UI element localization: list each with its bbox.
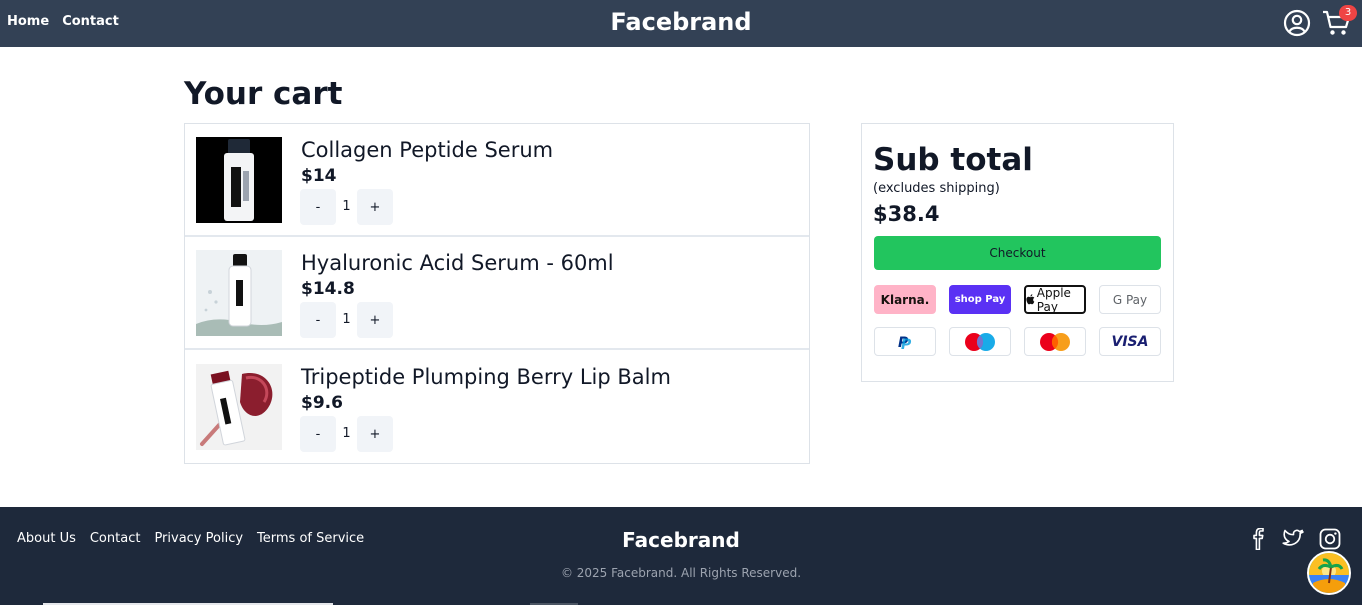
increase-qty-button[interactable]: + <box>357 189 393 225</box>
shop-pay-badge: shop Pay <box>949 285 1011 314</box>
product-thumbnail[interactable] <box>196 250 282 336</box>
nav-home-link[interactable]: Home <box>7 14 49 29</box>
subtotal-heading: Sub total <box>873 142 1033 178</box>
footer-contact-link[interactable]: Contact <box>90 531 141 546</box>
product-price: $14 <box>301 166 337 186</box>
main-nav: Home Contact <box>7 14 119 29</box>
quantity-value: 1 <box>342 312 351 327</box>
google-pay-label: G Pay <box>1112 292 1148 307</box>
user-circle-icon[interactable] <box>1283 9 1311 37</box>
cart-items-list: Collagen Peptide Serum $14 - 1 + Hyaluro… <box>184 123 810 464</box>
decrease-qty-button[interactable]: - <box>300 302 336 338</box>
product-name[interactable]: Hyaluronic Acid Serum - 60ml <box>301 251 614 275</box>
product-name[interactable]: Collagen Peptide Serum <box>301 138 553 162</box>
paypal-badge: P P <box>874 327 936 356</box>
subtotal-amount: $38.4 <box>873 202 940 226</box>
nav-contact-link[interactable]: Contact <box>62 14 119 29</box>
visa-label: VISA <box>1111 333 1149 350</box>
cart-item: Hyaluronic Acid Serum - 60ml $14.8 - 1 + <box>185 237 809 350</box>
maestro-logo <box>965 332 995 351</box>
maestro-badge <box>949 327 1011 356</box>
apple-pay-label: Apple Pay <box>1036 285 1071 314</box>
visa-badge: VISA <box>1099 327 1161 356</box>
mastercard-badge <box>1024 327 1086 356</box>
copyright-text: © 2025 Facebrand. All Rights Reserved. <box>560 566 802 580</box>
cart-count-badge: 3 <box>1339 5 1357 21</box>
product-name[interactable]: Tripeptide Plumping Berry Lip Balm <box>301 365 671 389</box>
page-title: Your cart <box>184 76 343 112</box>
beach-island-icon <box>1309 553 1349 593</box>
instagram-icon[interactable] <box>1319 528 1341 550</box>
site-footer: About Us Contact Privacy Policy Terms of… <box>0 507 1362 605</box>
footer-nav: About Us Contact Privacy Policy Terms of… <box>17 531 364 546</box>
quantity-value: 1 <box>342 426 351 441</box>
klarna-badge: Klarna. <box>874 285 936 314</box>
shop-pay-label: shop Pay <box>954 294 1006 305</box>
checkout-button[interactable]: Checkout <box>874 236 1161 270</box>
increase-qty-button[interactable]: + <box>357 416 393 452</box>
cart-item: Collagen Peptide Serum $14 - 1 + <box>185 124 809 237</box>
decrease-qty-button[interactable]: - <box>300 189 336 225</box>
top-navbar: Home Contact Facebrand 3 <box>0 0 1362 47</box>
footer-terms-link[interactable]: Terms of Service <box>257 531 364 546</box>
svg-text:P: P <box>901 337 912 351</box>
product-price: $14.8 <box>301 279 355 299</box>
decrease-qty-button[interactable]: - <box>300 416 336 452</box>
shipping-note: (excludes shipping) <box>873 181 1000 196</box>
quantity-value: 1 <box>342 199 351 214</box>
paypal-logo: P P <box>898 335 912 351</box>
apple-pay-badge: Apple Pay <box>1024 285 1086 314</box>
chat-avatar-button[interactable] <box>1307 551 1351 595</box>
klarna-label: Klarna. <box>880 292 930 307</box>
google-pay-badge: G Pay <box>1099 285 1161 314</box>
product-thumbnail[interactable] <box>196 364 282 450</box>
brand-logo: Facebrand <box>610 8 752 36</box>
facebook-icon[interactable] <box>1247 528 1269 550</box>
cart-item: Tripeptide Plumping Berry Lip Balm $9.6 … <box>185 351 809 464</box>
product-price: $9.6 <box>301 393 343 413</box>
mastercard-logo <box>1040 332 1070 351</box>
increase-qty-button[interactable]: + <box>357 302 393 338</box>
footer-privacy-link[interactable]: Privacy Policy <box>154 531 243 546</box>
footer-about-link[interactable]: About Us <box>17 531 76 546</box>
product-thumbnail[interactable] <box>196 137 282 223</box>
apple-icon <box>1026 294 1035 305</box>
twitter-icon[interactable] <box>1282 528 1304 550</box>
order-summary: Sub total (excludes shipping) $38.4 Chec… <box>861 123 1174 382</box>
